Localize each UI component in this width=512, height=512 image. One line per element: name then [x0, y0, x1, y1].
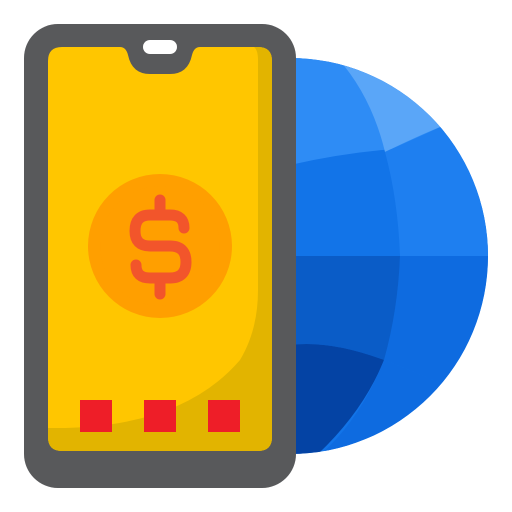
menu-dot: [80, 400, 112, 432]
dollar-sign-icon: [129, 194, 192, 300]
menu-dots-icon: [80, 400, 240, 432]
phone-speaker: [143, 40, 177, 54]
menu-dot: [208, 400, 240, 432]
icon-canvas: [0, 0, 512, 512]
mobile-global-payment-icon: [24, 24, 488, 488]
dollar-coin-icon: [88, 174, 232, 318]
globe-right-lower: [384, 256, 488, 385]
menu-dot: [144, 400, 176, 432]
